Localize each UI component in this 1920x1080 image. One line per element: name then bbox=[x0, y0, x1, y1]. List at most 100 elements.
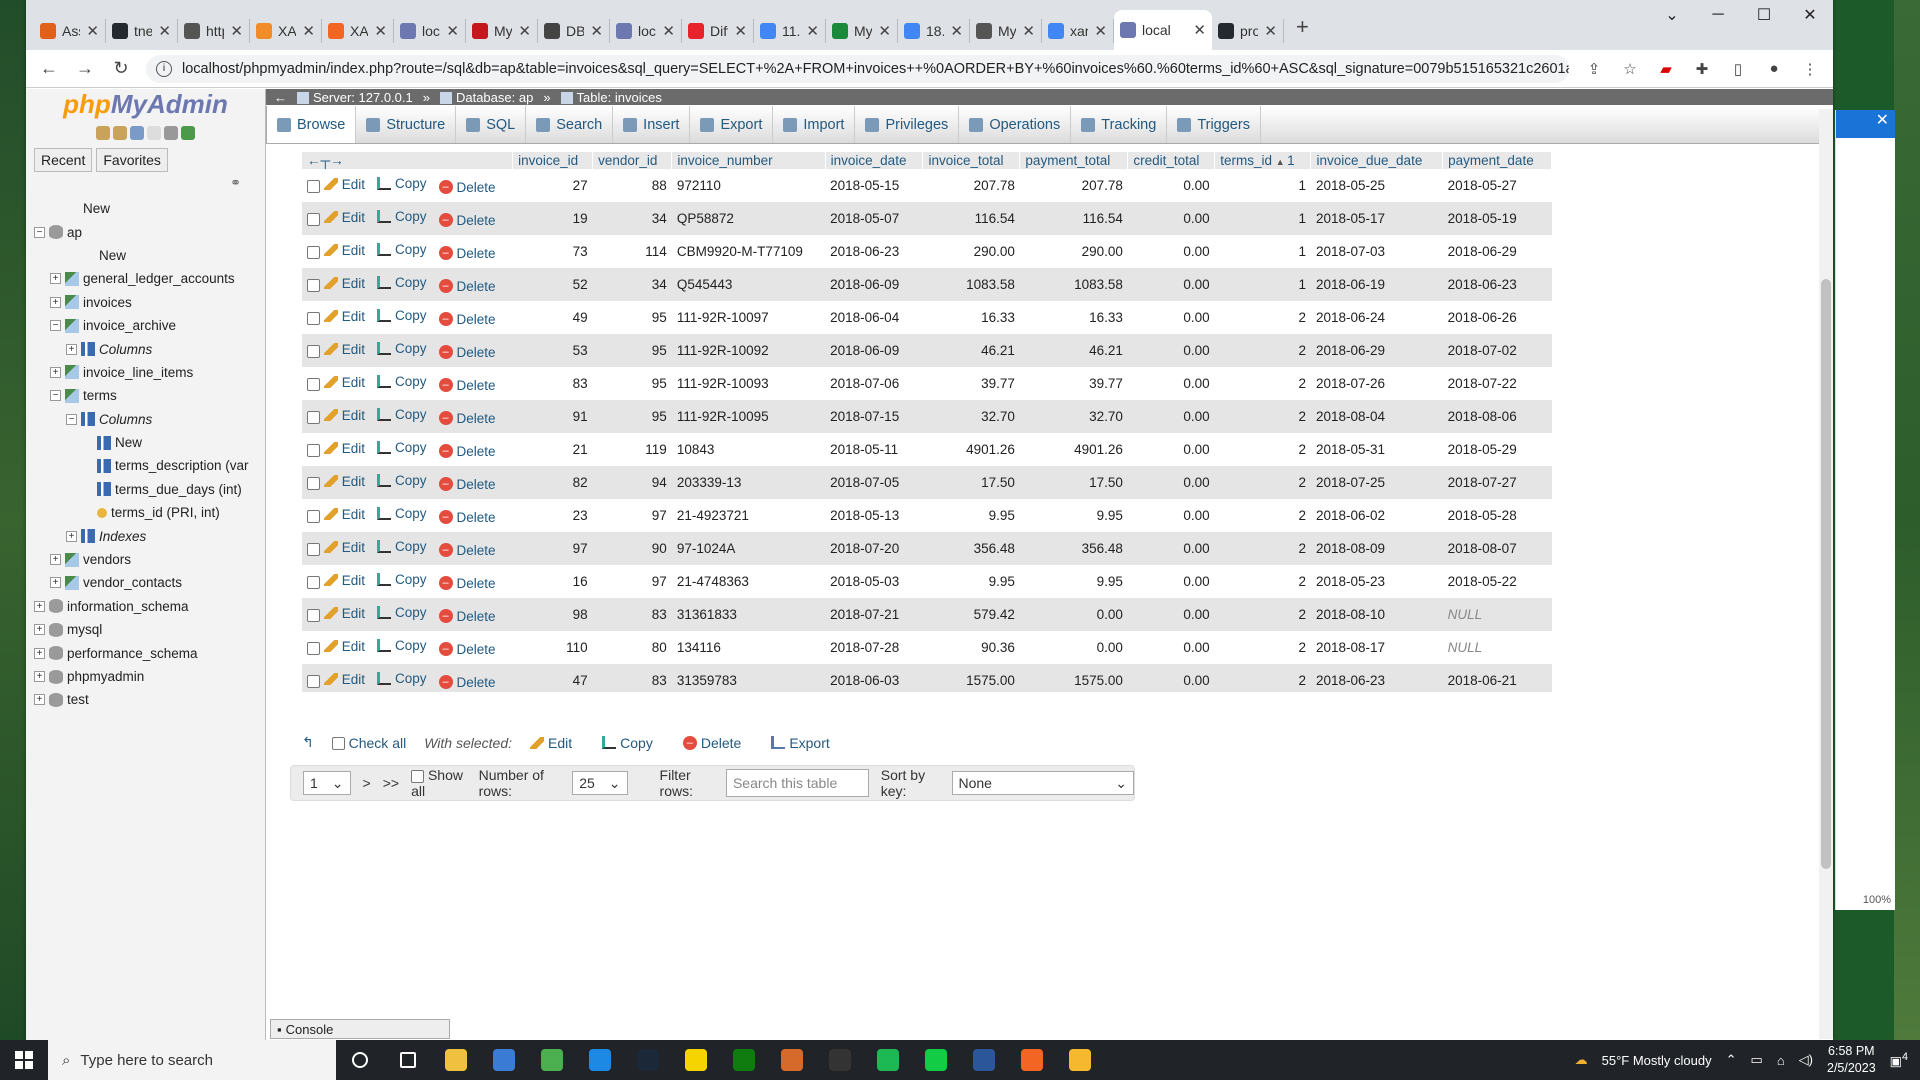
cell-invoice-date[interactable]: 2018-07-28 bbox=[825, 631, 923, 664]
row-copy-button[interactable]: Copy bbox=[377, 275, 427, 290]
row-delete-button[interactable]: – Delete bbox=[438, 411, 496, 426]
taskbar-sticky-icon[interactable] bbox=[1056, 1040, 1104, 1080]
row-checkbox[interactable] bbox=[307, 510, 320, 524]
reload-nav-icon[interactable] bbox=[181, 126, 195, 140]
cell-invoice-total[interactable]: 116.54 bbox=[923, 202, 1020, 235]
tree-item-ap[interactable]: − ap bbox=[34, 220, 266, 243]
cell-credit-total[interactable]: 0.00 bbox=[1128, 433, 1215, 466]
tree-item-terms-description-var[interactable]: terms_description (var bbox=[34, 454, 266, 477]
row-edit-button[interactable]: Edit bbox=[323, 672, 365, 687]
cell-invoice-total[interactable]: 16.33 bbox=[923, 301, 1020, 334]
cell-invoice-id[interactable]: 73 bbox=[513, 235, 593, 268]
row-delete-button[interactable]: – Delete bbox=[438, 312, 496, 327]
row-delete-button[interactable]: – Delete bbox=[438, 477, 496, 492]
cell-terms-id[interactable]: 2 bbox=[1215, 334, 1311, 367]
cell-credit-total[interactable]: 0.00 bbox=[1128, 466, 1215, 499]
row-edit-button[interactable]: Edit bbox=[323, 639, 365, 654]
tab-close-icon[interactable]: ✕ bbox=[86, 22, 99, 40]
scrollbar-thumb[interactable] bbox=[1821, 279, 1831, 869]
bookmark-star-icon[interactable]: ☆ bbox=[1619, 59, 1641, 79]
filter-rows-input[interactable]: Search this table bbox=[725, 769, 869, 797]
row-checkbox[interactable] bbox=[307, 543, 320, 557]
tab-close-icon[interactable]: ✕ bbox=[518, 22, 531, 40]
bulk-edit-button[interactable]: Edit bbox=[530, 735, 572, 751]
cell-payment-total[interactable]: 207.78 bbox=[1020, 169, 1128, 202]
tab-close-icon[interactable]: ✕ bbox=[230, 22, 243, 40]
tree-item-new[interactable]: New bbox=[34, 244, 266, 267]
tree-expander-icon[interactable]: + bbox=[34, 671, 45, 682]
favorites-tab[interactable]: Favorites bbox=[96, 148, 168, 172]
cell-payment-date[interactable]: 2018-05-27 bbox=[1443, 169, 1552, 202]
taskbar-media-icon[interactable] bbox=[816, 1040, 864, 1080]
cell-payment-total[interactable]: 39.77 bbox=[1020, 367, 1128, 400]
row-delete-button[interactable]: – Delete bbox=[438, 213, 496, 228]
tab-close-icon[interactable]: ✕ bbox=[374, 22, 387, 40]
cell-invoice-due-date[interactable]: 2018-08-04 bbox=[1311, 400, 1443, 433]
cell-payment-date[interactable]: 2018-06-23 bbox=[1443, 268, 1552, 301]
column-header-terms-id[interactable]: terms_id ▲ 1 bbox=[1214, 152, 1312, 169]
taskbar-xampp-control-icon[interactable] bbox=[1008, 1040, 1056, 1080]
row-edit-button[interactable]: Edit bbox=[323, 441, 365, 456]
cell-invoice-date[interactable]: 2018-07-21 bbox=[825, 598, 923, 631]
maximize-button[interactable]: ☐ bbox=[1741, 0, 1787, 30]
network-icon[interactable]: ⌂ bbox=[1777, 1053, 1785, 1068]
weather-icon[interactable]: ☁ bbox=[1575, 1052, 1588, 1068]
cell-invoice-number[interactable]: QP58872 bbox=[672, 202, 825, 235]
cell-invoice-due-date[interactable]: 2018-06-29 bbox=[1311, 334, 1443, 367]
cell-terms-id[interactable]: 2 bbox=[1215, 664, 1311, 692]
cell-vendor-id[interactable]: 119 bbox=[593, 433, 672, 466]
taskbar-search[interactable]: ⌕ Type here to search bbox=[48, 1040, 336, 1080]
cell-vendor-id[interactable]: 80 bbox=[593, 631, 672, 664]
reload-icon[interactable]: ↻ bbox=[110, 58, 132, 79]
cell-invoice-date[interactable]: 2018-05-11 bbox=[825, 433, 923, 466]
cell-invoice-date[interactable]: 2018-07-05 bbox=[825, 466, 923, 499]
tab-close-icon[interactable]: ✕ bbox=[878, 22, 891, 40]
row-edit-button[interactable]: Edit bbox=[323, 606, 365, 621]
taskbar-norton-icon[interactable] bbox=[672, 1040, 720, 1080]
cell-terms-id[interactable]: 1 bbox=[1215, 268, 1311, 301]
taskbar-xbox-icon[interactable] bbox=[720, 1040, 768, 1080]
row-copy-button[interactable]: Copy bbox=[377, 605, 427, 620]
cell-vendor-id[interactable]: 34 bbox=[593, 202, 672, 235]
cell-invoice-total[interactable]: 32.70 bbox=[923, 400, 1020, 433]
cell-payment-total[interactable]: 32.70 bbox=[1020, 400, 1128, 433]
taskbar-xampp-icon[interactable] bbox=[768, 1040, 816, 1080]
row-delete-button[interactable]: – Delete bbox=[438, 576, 496, 591]
cell-invoice-id[interactable]: 21 bbox=[513, 433, 593, 466]
cell-payment-date[interactable]: 2018-06-21 bbox=[1443, 664, 1552, 692]
cell-invoice-id[interactable]: 49 bbox=[513, 301, 593, 334]
tree-item-information-schema[interactable]: + information_schema bbox=[34, 595, 266, 618]
logout-icon[interactable] bbox=[113, 126, 127, 140]
cell-invoice-date[interactable]: 2018-06-23 bbox=[825, 235, 923, 268]
home-icon[interactable] bbox=[96, 126, 110, 140]
tree-expander-icon[interactable]: + bbox=[50, 577, 61, 589]
cell-payment-date[interactable]: 2018-05-22 bbox=[1443, 565, 1552, 598]
cell-vendor-id[interactable]: 95 bbox=[593, 334, 672, 367]
cell-payment-date[interactable]: 2018-05-29 bbox=[1443, 433, 1552, 466]
cell-payment-date[interactable]: 2018-05-19 bbox=[1443, 202, 1552, 235]
cell-credit-total[interactable]: 0.00 bbox=[1128, 532, 1215, 565]
tab-export[interactable]: Export bbox=[690, 106, 774, 143]
bulk-delete-button[interactable]: – Delete bbox=[682, 735, 741, 751]
tree-expander-icon[interactable]: + bbox=[50, 554, 61, 566]
cell-invoice-total[interactable]: 579.42 bbox=[923, 598, 1020, 631]
next-page-button[interactable]: > bbox=[363, 775, 371, 791]
tab-sql[interactable]: SQL bbox=[456, 106, 527, 143]
cell-invoice-due-date[interactable]: 2018-05-25 bbox=[1311, 169, 1443, 202]
cell-payment-date[interactable]: 2018-06-26 bbox=[1443, 301, 1552, 334]
tab-close-icon[interactable]: ✕ bbox=[1022, 22, 1035, 40]
row-copy-button[interactable]: Copy bbox=[377, 473, 427, 488]
cell-invoice-number[interactable]: CBM9920-M-T77109 bbox=[672, 235, 825, 268]
taskbar-cortana-icon[interactable] bbox=[336, 1040, 384, 1080]
row-copy-button[interactable]: Copy bbox=[377, 374, 427, 389]
cell-payment-date[interactable]: 2018-06-29 bbox=[1443, 235, 1552, 268]
cell-vendor-id[interactable]: 83 bbox=[593, 598, 672, 631]
browser-tab[interactable]: prof ✕ bbox=[1212, 19, 1284, 43]
last-page-button[interactable]: >> bbox=[383, 775, 399, 791]
tab-close-icon[interactable]: ✕ bbox=[590, 22, 603, 40]
row-delete-button[interactable]: – Delete bbox=[438, 378, 496, 393]
tree-expander-icon[interactable]: + bbox=[50, 296, 61, 308]
browser-tab[interactable]: XAM ✕ bbox=[322, 19, 394, 43]
column-header-vendor-id[interactable]: vendor_id bbox=[592, 152, 673, 169]
cell-payment-date[interactable]: NULL bbox=[1443, 598, 1552, 631]
